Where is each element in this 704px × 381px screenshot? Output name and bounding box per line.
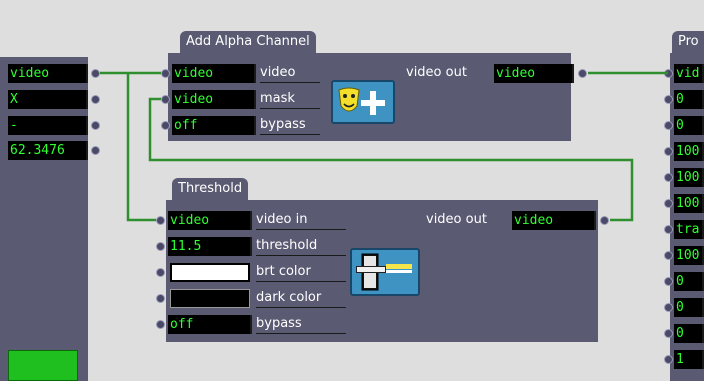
wire-add-alpha-mask-loop (148, 97, 634, 222)
connection-wires (100, 71, 668, 222)
wire-left-to-threshold (126, 73, 156, 222)
